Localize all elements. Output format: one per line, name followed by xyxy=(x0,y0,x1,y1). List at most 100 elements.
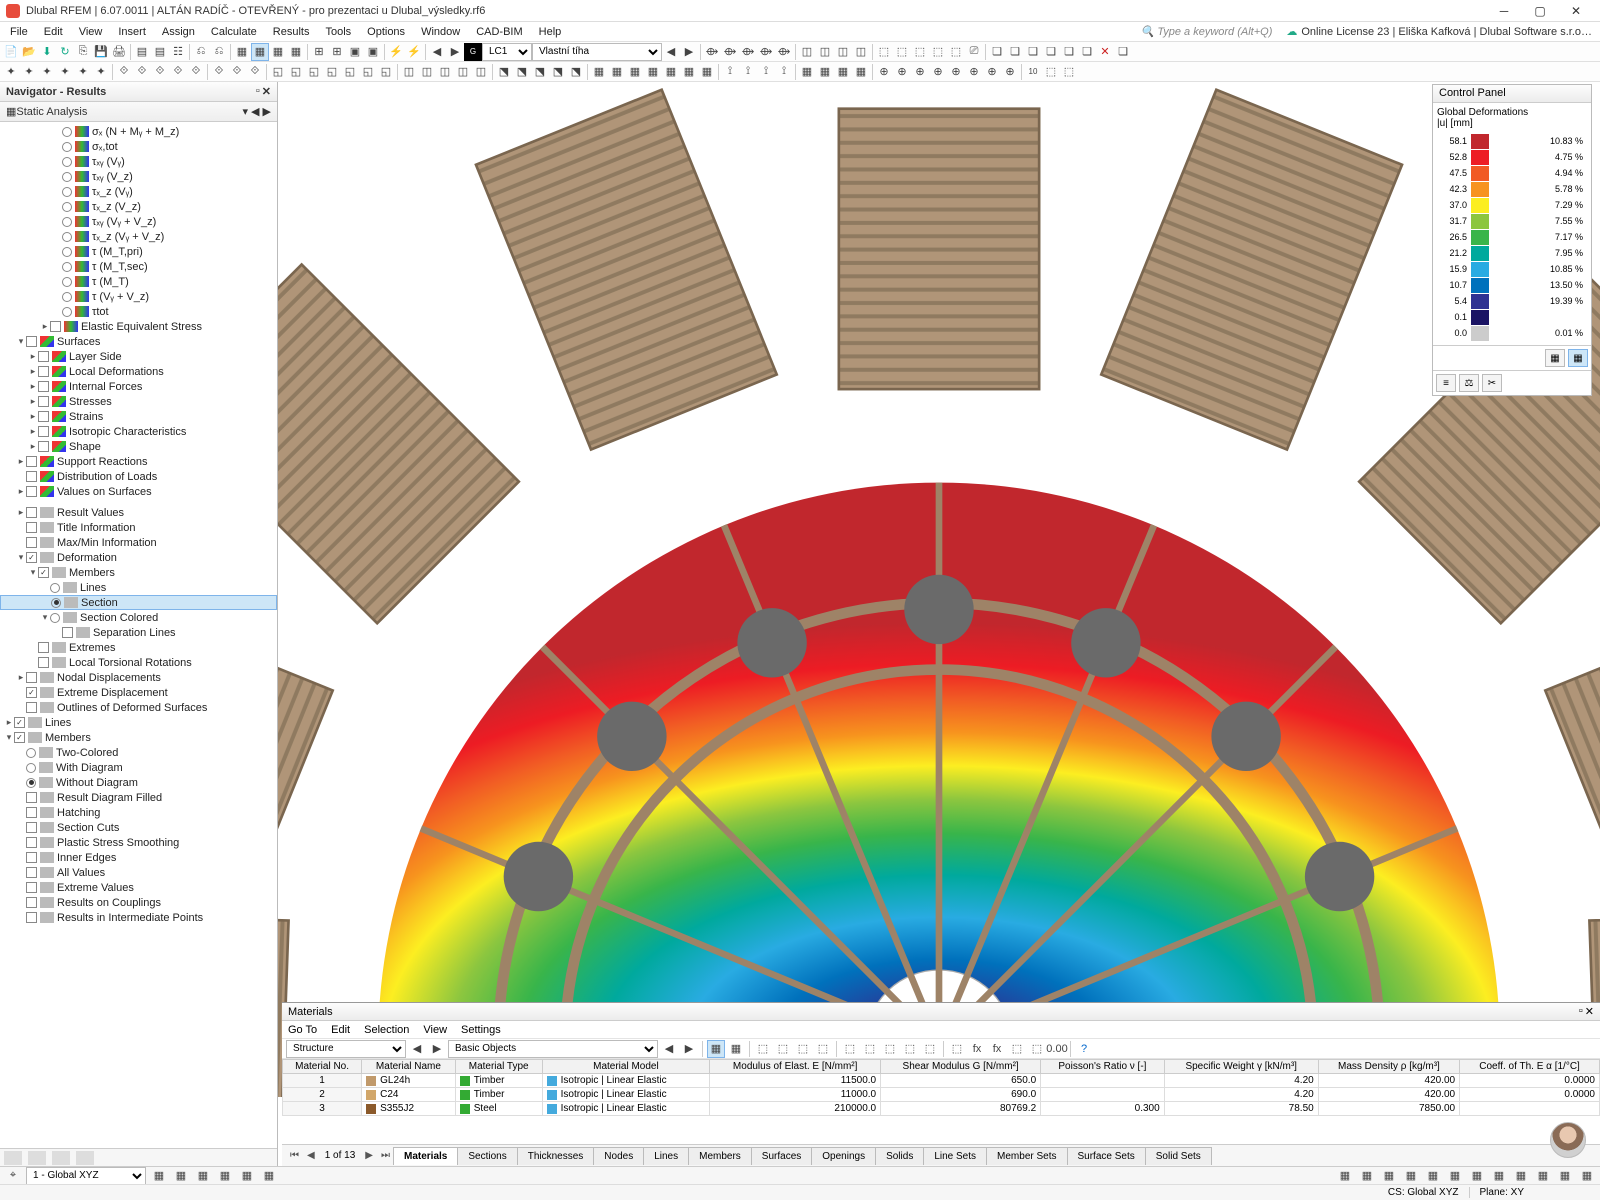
e1-icon[interactable]: ✦ xyxy=(2,63,20,81)
o3-icon[interactable]: ⬚ xyxy=(1060,63,1078,81)
doc2-icon[interactable]: ▤ xyxy=(151,43,169,61)
c6-icon[interactable]: ⎚ xyxy=(965,43,983,61)
l2-icon[interactable]: ⟟ xyxy=(739,63,757,81)
table-header[interactable]: Material Name xyxy=(362,1060,456,1074)
mt17-icon[interactable]: 0.00 xyxy=(1048,1040,1066,1058)
tree-node[interactable]: Extreme Values xyxy=(0,880,277,895)
m3-icon[interactable]: ▦ xyxy=(834,63,852,81)
tree-node[interactable]: ▸Layer Side xyxy=(0,349,277,364)
tree-node[interactable]: τ (M_T,pri) xyxy=(0,244,277,259)
nav-pin-icon[interactable]: ▫ xyxy=(256,85,260,98)
mt15-icon[interactable]: ⬚ xyxy=(1008,1040,1026,1058)
j1-icon[interactable]: ⬔ xyxy=(495,63,513,81)
table-header[interactable]: Poisson's Ratio ν [-] xyxy=(1041,1060,1165,1074)
table-row[interactable]: 2C24TimberIsotropic | Linear Elastic1100… xyxy=(283,1088,1600,1102)
tree-node[interactable]: ▸Strains xyxy=(0,409,277,424)
h3-icon[interactable]: ◱ xyxy=(305,63,323,81)
c1-icon[interactable]: ⬚ xyxy=(875,43,893,61)
table-row[interactable]: 1GL24hTimberIsotropic | Linear Elastic11… xyxy=(283,1074,1600,1088)
tree-node[interactable]: σₓ (N + Mᵧ + M_z) xyxy=(0,124,277,139)
tree-node[interactable]: Lines xyxy=(0,580,277,595)
g1-icon[interactable]: ⟐ xyxy=(210,63,228,81)
mt9-icon[interactable]: ⬚ xyxy=(881,1040,899,1058)
sb3-icon[interactable]: ▦ xyxy=(194,1167,212,1185)
doc3-icon[interactable]: ☷ xyxy=(169,43,187,61)
mt7-icon[interactable]: ⬚ xyxy=(841,1040,859,1058)
e3-icon[interactable]: ✦ xyxy=(38,63,56,81)
view1-icon[interactable]: ▦ xyxy=(233,43,251,61)
tree-node[interactable]: Results on Couplings xyxy=(0,895,277,910)
sb11-icon[interactable]: ▦ xyxy=(1424,1167,1442,1185)
mat-nav2-next-icon[interactable]: ▶ xyxy=(680,1040,698,1058)
materials-table[interactable]: Material No.Material NameMaterial TypeMa… xyxy=(282,1059,1600,1144)
h2-icon[interactable]: ◱ xyxy=(287,63,305,81)
tab-next-icon[interactable]: ▶ xyxy=(361,1150,377,1161)
b1-icon[interactable]: ◫ xyxy=(798,43,816,61)
j2-icon[interactable]: ⬔ xyxy=(513,63,531,81)
d4-icon[interactable]: ❏ xyxy=(1042,43,1060,61)
copy-icon[interactable]: ⎘ xyxy=(74,43,92,61)
sb16-icon[interactable]: ▦ xyxy=(1534,1167,1552,1185)
sb13-icon[interactable]: ▦ xyxy=(1468,1167,1486,1185)
mt5-icon[interactable]: ⬚ xyxy=(794,1040,812,1058)
sb10-icon[interactable]: ▦ xyxy=(1402,1167,1420,1185)
i4-icon[interactable]: ◫ xyxy=(454,63,472,81)
tree-node[interactable]: τtot xyxy=(0,304,277,319)
tree-node[interactable]: ▸Isotropic Characteristics xyxy=(0,424,277,439)
tree-node[interactable]: τ (Vᵧ + V_z) xyxy=(0,289,277,304)
mat-nav2-prev-icon[interactable]: ◀ xyxy=(660,1040,678,1058)
doc1-icon[interactable]: ▤ xyxy=(133,43,151,61)
mt6-icon[interactable]: ⬚ xyxy=(814,1040,832,1058)
bottom-tab[interactable]: Openings xyxy=(811,1147,876,1165)
sb4-icon[interactable]: ▦ xyxy=(216,1167,234,1185)
lc-prev-icon[interactable]: ◀ xyxy=(662,43,680,61)
k2-icon[interactable]: ▦ xyxy=(608,63,626,81)
navtab3-icon[interactable] xyxy=(52,1151,70,1165)
h6-icon[interactable]: ◱ xyxy=(359,63,377,81)
menu-results[interactable]: Results xyxy=(265,24,318,40)
mt13-icon[interactable]: fx xyxy=(968,1040,986,1058)
mt16-icon[interactable]: ⬚ xyxy=(1028,1040,1046,1058)
undo-icon[interactable]: ⎌ xyxy=(192,43,210,61)
redo-icon[interactable]: ⎌ xyxy=(210,43,228,61)
tree-node[interactable]: ▸Stresses xyxy=(0,394,277,409)
grid2-icon[interactable]: ⊞ xyxy=(328,43,346,61)
table-header[interactable]: Material Model xyxy=(542,1060,710,1074)
table-row[interactable]: 3S355J2SteelIsotropic | Linear Elastic21… xyxy=(283,1102,1600,1116)
f1-icon[interactable]: ⟐ xyxy=(115,63,133,81)
j4-icon[interactable]: ⬔ xyxy=(549,63,567,81)
d6-icon[interactable]: ❏ xyxy=(1078,43,1096,61)
menu-help[interactable]: Help xyxy=(531,24,570,40)
tree-node[interactable]: Inner Edges xyxy=(0,850,277,865)
h4-icon[interactable]: ◱ xyxy=(323,63,341,81)
badge-g-icon[interactable]: G xyxy=(464,43,482,61)
menu-view[interactable]: View xyxy=(71,24,111,40)
bottom-tab[interactable]: Sections xyxy=(457,1147,517,1165)
maximize-button[interactable]: ▢ xyxy=(1522,1,1558,21)
navigator-tree[interactable]: σₓ (N + Mᵧ + M_z)σₓ,totτₓᵧ (Vᵧ)τₓᵧ (V_z)… xyxy=(0,122,277,1148)
b2-icon[interactable]: ◫ xyxy=(816,43,834,61)
i3-icon[interactable]: ◫ xyxy=(436,63,454,81)
f2-icon[interactable]: ⟐ xyxy=(133,63,151,81)
mt4-icon[interactable]: ⬚ xyxy=(774,1040,792,1058)
tree-node[interactable]: Distribution of Loads xyxy=(0,469,277,484)
menu-window[interactable]: Window xyxy=(413,24,468,40)
mt11-icon[interactable]: ⬚ xyxy=(921,1040,939,1058)
mt10-icon[interactable]: ⬚ xyxy=(901,1040,919,1058)
bottom-tab[interactable]: Solids xyxy=(875,1147,924,1165)
a4-icon[interactable]: ⟴ xyxy=(757,43,775,61)
n7-icon[interactable]: ⊕ xyxy=(983,63,1001,81)
n5-icon[interactable]: ⊕ xyxy=(947,63,965,81)
l3-icon[interactable]: ⟟ xyxy=(757,63,775,81)
d1-icon[interactable]: ❏ xyxy=(988,43,1006,61)
tree-node[interactable]: ▸✓Lines xyxy=(0,715,277,730)
o2-icon[interactable]: ⬚ xyxy=(1042,63,1060,81)
tree-node[interactable]: Extremes xyxy=(0,640,277,655)
tree-node[interactable]: ▾✓Members xyxy=(0,730,277,745)
menu-calculate[interactable]: Calculate xyxy=(203,24,265,40)
e2-icon[interactable]: ✦ xyxy=(20,63,38,81)
view4-icon[interactable]: ▦ xyxy=(287,43,305,61)
grid1-icon[interactable]: ⊞ xyxy=(310,43,328,61)
sb17-icon[interactable]: ▦ xyxy=(1556,1167,1574,1185)
bottom-tab[interactable]: Surfaces xyxy=(751,1147,812,1165)
